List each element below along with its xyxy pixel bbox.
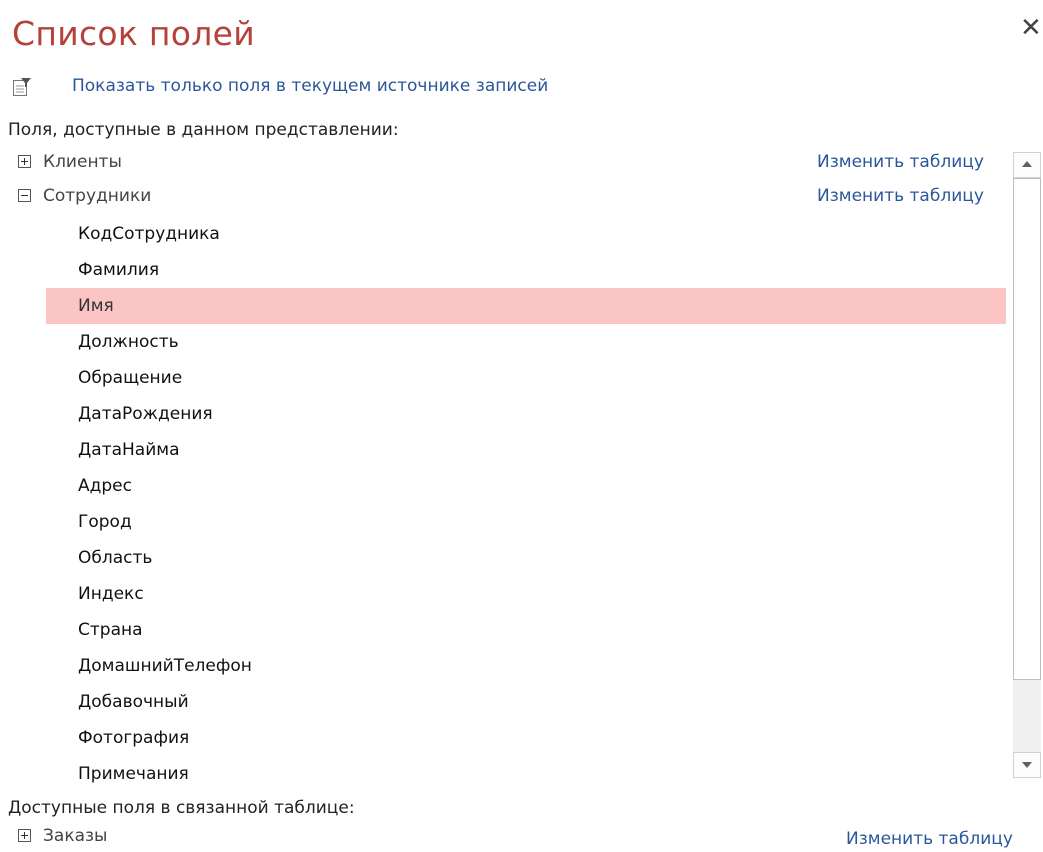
table-node-employees[interactable]: Сотрудники [18, 186, 518, 212]
field-item[interactable]: ДатаНайма [46, 432, 1006, 468]
scroll-up-arrow-icon [1022, 161, 1032, 167]
edit-table-link-clients[interactable]: Изменить таблицу [817, 152, 984, 172]
show-only-current-source-link[interactable]: Показать только поля в текущем источнике… [72, 76, 548, 96]
field-item[interactable]: Фотография [46, 720, 1006, 756]
edit-table-link-orders[interactable]: Изменить таблицу [846, 829, 1013, 849]
employee-field-list: КодСотрудника Фамилия Имя Должность Обра… [46, 216, 1006, 788]
scroll-up-button[interactable] [1013, 152, 1041, 178]
table-name: Сотрудники [43, 186, 152, 206]
pane-title: Список полей [12, 14, 256, 53]
field-item[interactable]: Страна [46, 612, 1006, 648]
field-item[interactable]: Должность [46, 324, 1006, 360]
field-item[interactable]: ДатаРождения [46, 396, 1006, 432]
filter-fields-icon[interactable] [12, 77, 32, 97]
field-item[interactable]: Фамилия [46, 252, 1006, 288]
edit-table-link-employees[interactable]: Изменить таблицу [817, 186, 984, 206]
field-list-scrollbar[interactable] [1013, 152, 1041, 778]
scroll-down-button[interactable] [1013, 752, 1041, 778]
available-fields-label: Поля, доступные в данном представлении: [8, 120, 399, 140]
field-item[interactable]: КодСотрудника [46, 216, 1006, 252]
expand-plus-icon[interactable] [18, 829, 31, 842]
collapse-minus-icon[interactable] [18, 189, 31, 202]
field-item[interactable]: Город [46, 504, 1006, 540]
table-name: Заказы [43, 826, 108, 846]
field-item[interactable]: ДомашнийТелефон [46, 648, 1006, 684]
field-item[interactable]: Обращение [46, 360, 1006, 396]
field-item[interactable]: Индекс [46, 576, 1006, 612]
field-item-selected[interactable]: Имя [46, 288, 1006, 324]
scrollbar-thumb[interactable] [1013, 178, 1041, 680]
table-node-orders[interactable]: Заказы [18, 826, 518, 852]
expand-plus-icon[interactable] [18, 155, 31, 168]
field-item[interactable]: Добавочный [46, 684, 1006, 720]
table-name: Клиенты [43, 152, 122, 172]
field-item[interactable]: Область [46, 540, 1006, 576]
scroll-down-arrow-icon [1022, 762, 1032, 768]
table-node-clients[interactable]: Клиенты [18, 152, 518, 178]
close-icon[interactable]: ✕ [1020, 14, 1043, 42]
field-item[interactable]: Примечания [46, 756, 1006, 788]
related-fields-label: Доступные поля в связанной таблице: [8, 798, 355, 818]
field-item[interactable]: Адрес [46, 468, 1006, 504]
